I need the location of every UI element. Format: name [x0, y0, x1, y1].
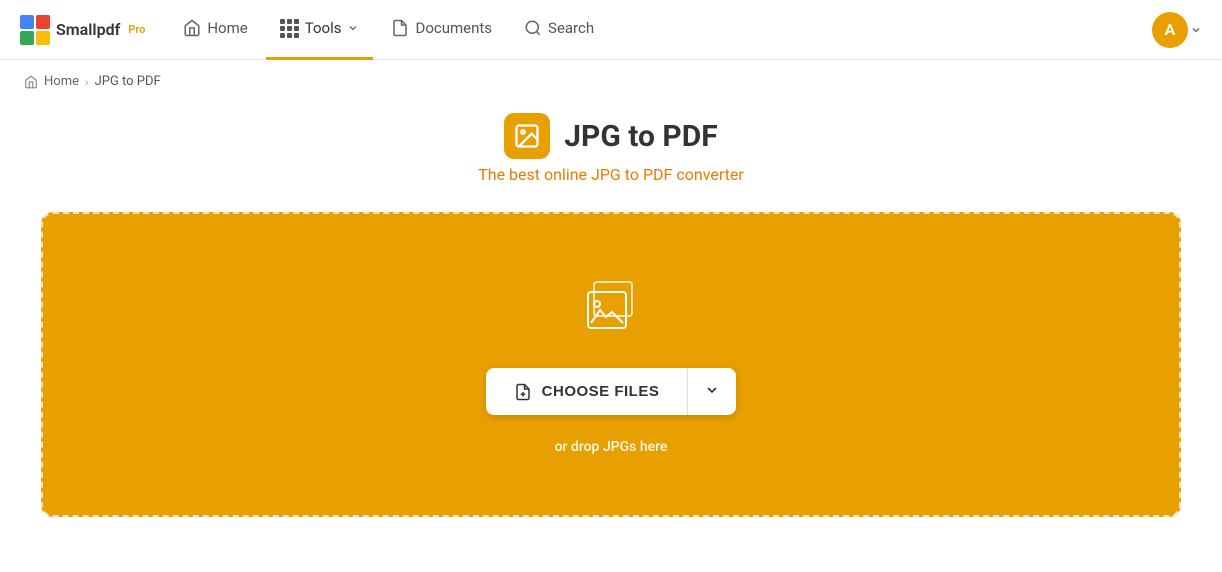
nav-items: Home Tools Documents [169, 0, 1152, 60]
page-subtitle: The best online JPG to PDF converter [478, 165, 744, 184]
choose-files-button[interactable]: CHOOSE FILES [486, 368, 688, 415]
page-title: JPG to PDF [564, 119, 717, 154]
drop-zone[interactable]: CHOOSE FILES or drop JPGs here [41, 212, 1181, 517]
breadcrumb-separator: › [85, 75, 89, 89]
drop-hint-text: or drop JPGs here [555, 439, 668, 455]
nav-home-label: Home [207, 19, 247, 37]
brand-logo[interactable]: Smallpdf Pro [20, 15, 145, 45]
grid-icon [280, 19, 299, 38]
choose-files-button-wrap: CHOOSE FILES [486, 368, 737, 415]
nav-home[interactable]: Home [169, 0, 261, 60]
page-title-section: JPG to PDF [504, 113, 717, 159]
nav-tools[interactable]: Tools [266, 0, 374, 60]
avatar-chevron-icon [1190, 24, 1202, 36]
breadcrumb-home-link[interactable]: Home [44, 74, 79, 89]
user-avatar: A [1152, 12, 1188, 48]
pro-badge: Pro [128, 23, 145, 36]
nav-documents-label: Documents [415, 19, 492, 37]
breadcrumb-home-icon [24, 75, 38, 89]
search-icon [524, 19, 542, 37]
navbar: Smallpdf Pro Home Tools [0, 0, 1222, 60]
avatar-letter: A [1165, 20, 1176, 39]
user-avatar-wrap[interactable]: A [1152, 12, 1202, 48]
nav-search-label: Search [548, 19, 594, 37]
nav-documents[interactable]: Documents [377, 0, 506, 60]
nav-tools-label: Tools [305, 19, 342, 37]
choose-files-label: CHOOSE FILES [542, 383, 660, 400]
breadcrumb-current: JPG to PDF [95, 74, 161, 89]
nav-search[interactable]: Search [510, 0, 608, 60]
file-upload-icon [514, 383, 532, 401]
jpg-to-pdf-icon [513, 122, 541, 150]
page-content: JPG to PDF The best online JPG to PDF co… [0, 103, 1222, 557]
choose-files-dropdown-button[interactable] [688, 368, 736, 415]
image-stack-icon [576, 274, 646, 344]
documents-icon [391, 19, 409, 37]
tools-chevron-icon [347, 22, 359, 34]
home-icon [183, 19, 201, 37]
dropdown-chevron-icon [704, 382, 720, 398]
brand-name: Smallpdf [56, 20, 120, 39]
tool-icon-wrap [504, 113, 550, 159]
breadcrumb: Home › JPG to PDF [0, 60, 1222, 103]
